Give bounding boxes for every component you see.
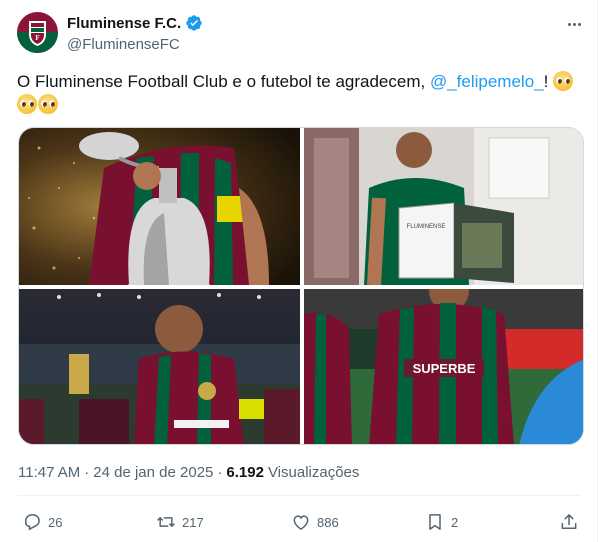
pleading-face-emoji-icon (17, 94, 37, 114)
photo-players-on-pitch[interactable]: SUPERBE (304, 289, 583, 444)
display-name[interactable]: Fluminense F.C. (67, 15, 181, 32)
bookmark-button[interactable]: 2 (425, 511, 458, 533)
media-grid: FLUMINENSE SUPERBE (18, 127, 584, 445)
svg-text:SUPERBE: SUPERBE (413, 361, 476, 376)
svg-text:F: F (35, 34, 39, 42)
fluminense-crest-icon: F (17, 12, 58, 53)
tweet-meta: 11:47 AM · 24 de jan de 2025 · 6.192 Vis… (18, 464, 359, 481)
views-count: 6.192 (226, 464, 264, 481)
views-label: Visualizações (267, 464, 360, 481)
reply-icon (25, 514, 40, 531)
photo-player-with-medal[interactable] (19, 289, 300, 444)
account-name-row: Fluminense F.C. (67, 14, 203, 32)
pleading-face-emoji-icon (38, 94, 58, 114)
tweet-text-suffix: ! (543, 72, 549, 91)
tweet-text-body: O Fluminense Football Club e o futebol t… (17, 72, 430, 91)
like-button[interactable]: 886 (291, 511, 339, 533)
reply-count: 26 (48, 514, 63, 530)
repost-count: 217 (182, 514, 204, 530)
tweet-time[interactable]: 11:47 AM (18, 464, 80, 481)
repost-button[interactable]: 217 (156, 511, 204, 533)
more-options-icon[interactable] (562, 14, 586, 34)
tweet-date[interactable]: 24 de jan de 2025 (93, 464, 213, 481)
pleading-face-emoji-icon (553, 71, 574, 91)
tweet-text: O Fluminense Football Club e o futebol t… (17, 70, 583, 116)
tweet-card: F Fluminense F.C. @FluminenseFC O Flumin… (0, 0, 598, 542)
photo-trophy-celebration[interactable] (19, 128, 300, 285)
mention-link[interactable]: @_felipemelo_ (430, 72, 544, 91)
repost-icon (157, 517, 175, 527)
bookmark-count: 2 (451, 514, 459, 530)
share-icon (561, 514, 577, 529)
meta-separator: · (217, 464, 223, 481)
heart-icon (293, 515, 309, 530)
bookmark-icon (429, 514, 441, 530)
photo-player-holding-magazine[interactable]: FLUMINENSE (304, 128, 583, 285)
avatar[interactable]: F (17, 12, 58, 53)
reply-button[interactable]: 26 (22, 511, 62, 533)
meta-separator: · (84, 464, 90, 481)
share-button[interactable] (559, 511, 579, 533)
like-count: 886 (317, 514, 339, 530)
account-handle[interactable]: @FluminenseFC (67, 36, 180, 53)
verified-badge-icon (186, 15, 202, 31)
divider (17, 495, 580, 496)
svg-text:FLUMINENSE: FLUMINENSE (407, 224, 446, 230)
